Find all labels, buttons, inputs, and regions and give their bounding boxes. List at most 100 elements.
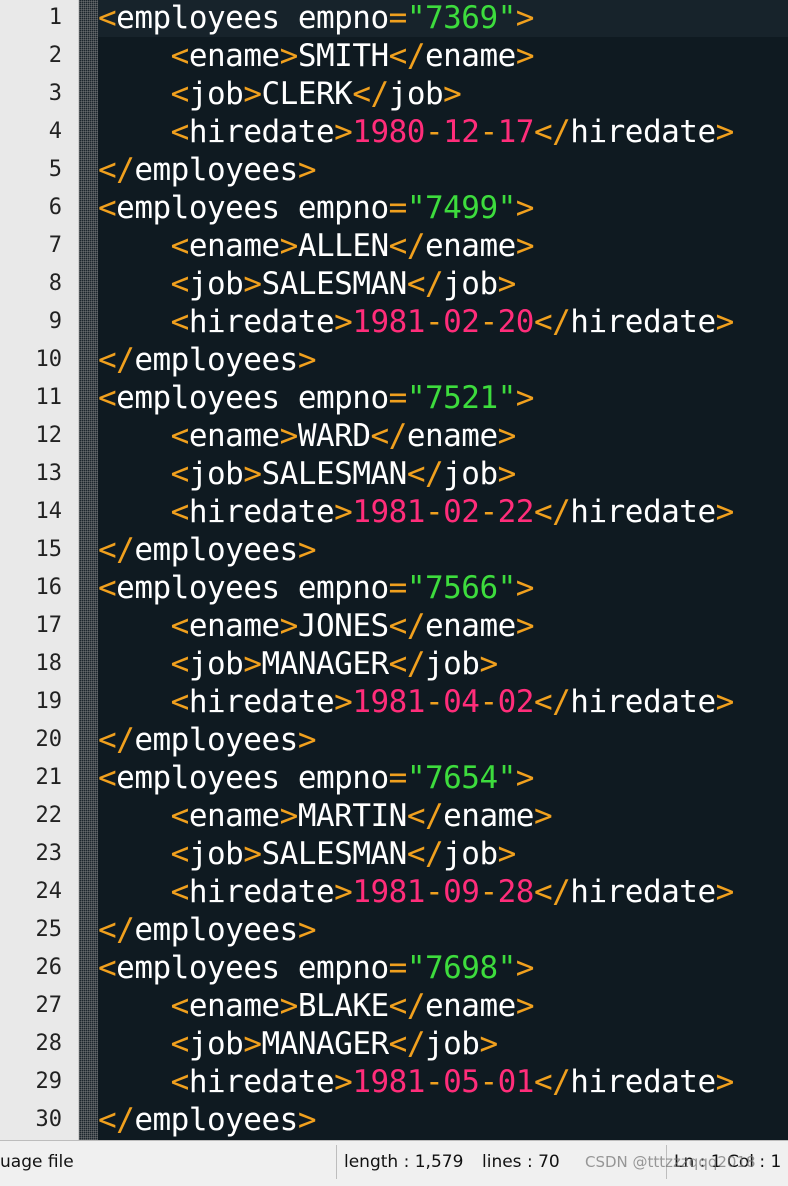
code-text: <hiredate>1981-02-20</hiredate> [98,303,735,341]
code-token: < [170,608,190,644]
code-token: empno [279,760,389,796]
code-token: </ [533,494,571,530]
code-line-area[interactable]: <employees empno="7654"> [98,759,788,797]
code-line[interactable]: 28 <job>MANAGER</job> [0,1025,788,1063]
code-line[interactable]: 13 <job>SALESMAN</job> [0,455,788,493]
code-line-area[interactable]: </employees> [98,341,788,379]
code-line[interactable]: 26 <employees empno="7698"> [0,949,788,987]
code-token: > [243,76,262,112]
code-text: <ename>JONES</ename> [98,607,535,645]
line-number: 9 [48,309,62,334]
code-line-area[interactable]: <job>SALESMAN</job> [98,265,788,303]
code-line-area[interactable]: <ename>JONES</ename> [98,607,788,645]
watermark-text: CSDN @tttzzzqqq2018 [585,1153,756,1171]
code-line-area[interactable]: <employees empno="7566"> [98,569,788,607]
code-line-area[interactable]: <job>MANAGER</job> [98,1025,788,1063]
code-line[interactable]: 5 </employees> [0,151,788,189]
code-line[interactable]: 9 <hiredate>1981-02-20</hiredate> [0,303,788,341]
code-line-area[interactable]: </employees> [98,1101,788,1139]
code-token: 02 [497,684,535,720]
code-line-area[interactable]: <ename>MARTIN</ename> [98,797,788,835]
code-line[interactable]: 20 </employees> [0,721,788,759]
code-line[interactable]: 19 <hiredate>1981-04-02</hiredate> [0,683,788,721]
code-line-area[interactable]: <hiredate>1981-05-01</hiredate> [98,1063,788,1101]
code-line[interactable]: 16 <employees empno="7566"> [0,569,788,607]
code-line-area[interactable]: <hiredate>1981-04-02</hiredate> [98,683,788,721]
code-token: < [170,684,190,720]
code-token: BLAKE [297,988,389,1024]
code-line-area[interactable]: <employees empno="7521"> [98,379,788,417]
code-line-area[interactable]: <ename>ALLEN</ename> [98,227,788,265]
code-token: < [170,266,190,302]
code-line[interactable]: 12 <ename>WARD</ename> [0,417,788,455]
code-token: < [170,456,190,492]
code-text: </employees> [98,531,316,569]
code-token: 02 [443,304,480,340]
code-token: hiredate [570,114,716,150]
code-line[interactable]: 27 <ename>BLAKE</ename> [0,987,788,1025]
code-line-area[interactable]: <job>CLERK</job> [98,75,788,113]
code-line[interactable]: 23 <job>SALESMAN</job> [0,835,788,873]
code-line-area[interactable]: <ename>WARD</ename> [98,417,788,455]
code-line-area[interactable]: <employees empno="7369"> [98,0,788,37]
code-text: </employees> [98,151,316,189]
code-token: hiredate [188,874,335,910]
code-line[interactable]: 15 </employees> [0,531,788,569]
code-line[interactable]: 14 <hiredate>1981-02-22</hiredate> [0,493,788,531]
code-line-area[interactable]: <hiredate>1980-12-17</hiredate> [98,113,788,151]
code-token: > [715,114,735,150]
code-line-area[interactable]: <employees empno="7499"> [98,189,788,227]
code-line-area[interactable]: <ename>SMITH</ename> [98,37,788,75]
code-line[interactable]: 24 <hiredate>1981-09-28</hiredate> [0,873,788,911]
code-line[interactable]: 3 <job>CLERK</job> [0,75,788,113]
code-text: <job>MANAGER</job> [98,645,499,683]
code-token: > [279,798,299,834]
code-token: > [515,988,535,1024]
code-line-area[interactable]: </employees> [98,721,788,759]
code-line[interactable]: 4 <hiredate>1980-12-17</hiredate> [0,113,788,151]
code-line[interactable]: 30 </employees> [0,1101,788,1139]
editor[interactable]: 1 <employees empno="7369"> 2 <ename>SMITH<… [0,0,788,1140]
code-token: </ [406,456,444,492]
code-line[interactable]: 21 <employees empno="7654"> [0,759,788,797]
code-line-area[interactable]: <hiredate>1981-02-20</hiredate> [98,303,788,341]
code-line[interactable]: 2 <ename>SMITH</ename> [0,37,788,75]
code-line[interactable]: 10 </employees> [0,341,788,379]
line-number: 29 [35,1069,63,1094]
code-line[interactable]: 7 <ename>ALLEN</ename> [0,227,788,265]
code-line[interactable]: 11 <employees empno="7521"> [0,379,788,417]
code-text: <employees empno="7369"> [98,0,534,37]
code-token: > [243,646,262,682]
code-token: job [443,836,498,872]
code-line-area[interactable]: <hiredate>1981-09-28</hiredate> [98,873,788,911]
code-line[interactable]: 18 <job>MANAGER</job> [0,645,788,683]
code-token: < [170,494,190,530]
code-token: > [497,418,517,454]
code-line-area[interactable]: <job>SALESMAN</job> [98,835,788,873]
code-token: > [297,342,317,378]
code-line-area[interactable]: <job>SALESMAN</job> [98,455,788,493]
code-line-area[interactable]: <employees empno="7698"> [98,949,788,987]
code-text: </employees> [98,721,316,759]
code-token: < [170,1026,190,1062]
code-token: employees [134,342,298,378]
code-line-area[interactable]: <hiredate>1981-02-22</hiredate> [98,493,788,531]
code-line[interactable]: 22 <ename>MARTIN</ename> [0,797,788,835]
code-line[interactable]: 25 </employees> [0,911,788,949]
code-token: job [424,646,480,682]
code-line[interactable]: 6 <employees empno="7499"> [0,189,788,227]
code-line[interactable]: 29 <hiredate>1981-05-01</hiredate> [0,1063,788,1101]
code-line-area[interactable]: <job>MANAGER</job> [98,645,788,683]
code-line-area[interactable]: <ename>BLAKE</ename> [98,987,788,1025]
code-line[interactable]: 1 <employees empno="7369"> [0,0,788,37]
line-number: 18 [35,651,63,676]
code-line[interactable]: 8 <job>SALESMAN</job> [0,265,788,303]
code-line-area[interactable]: </employees> [98,911,788,949]
code-line[interactable]: 17 <ename>JONES</ename> [0,607,788,645]
code-token: 05 [443,1064,480,1100]
code-line-area[interactable]: </employees> [98,151,788,189]
code-text: <employees empno="7566"> [98,569,534,607]
code-line-area[interactable]: </employees> [98,531,788,569]
line-number: 30 [35,1107,63,1132]
